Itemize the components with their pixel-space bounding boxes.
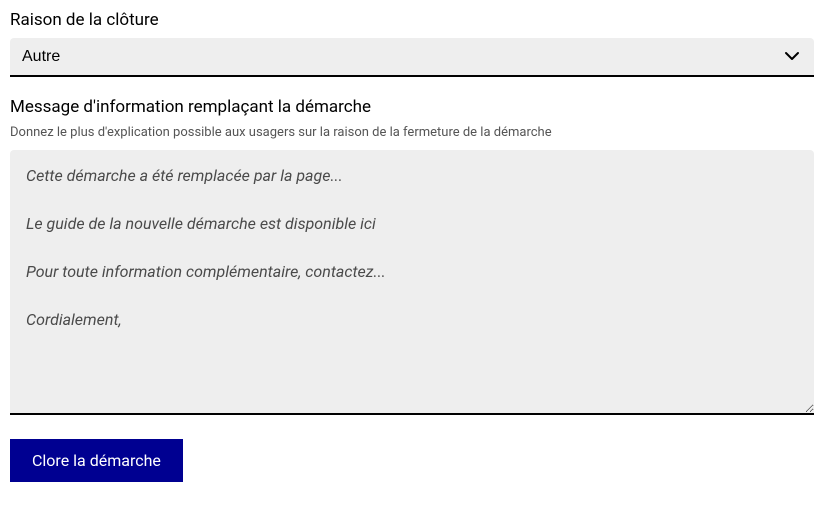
closure-reason-label: Raison de la clôture bbox=[10, 10, 814, 30]
info-message-label: Message d'information remplaçant la déma… bbox=[10, 97, 814, 117]
info-message-textarea[interactable] bbox=[10, 150, 814, 415]
closure-reason-select-wrapper: Autre bbox=[10, 38, 814, 77]
info-message-helper: Donnez le plus d'explication possible au… bbox=[10, 125, 814, 140]
close-procedure-button[interactable]: Clore la démarche bbox=[10, 439, 183, 482]
closure-reason-select[interactable]: Autre bbox=[10, 38, 814, 77]
